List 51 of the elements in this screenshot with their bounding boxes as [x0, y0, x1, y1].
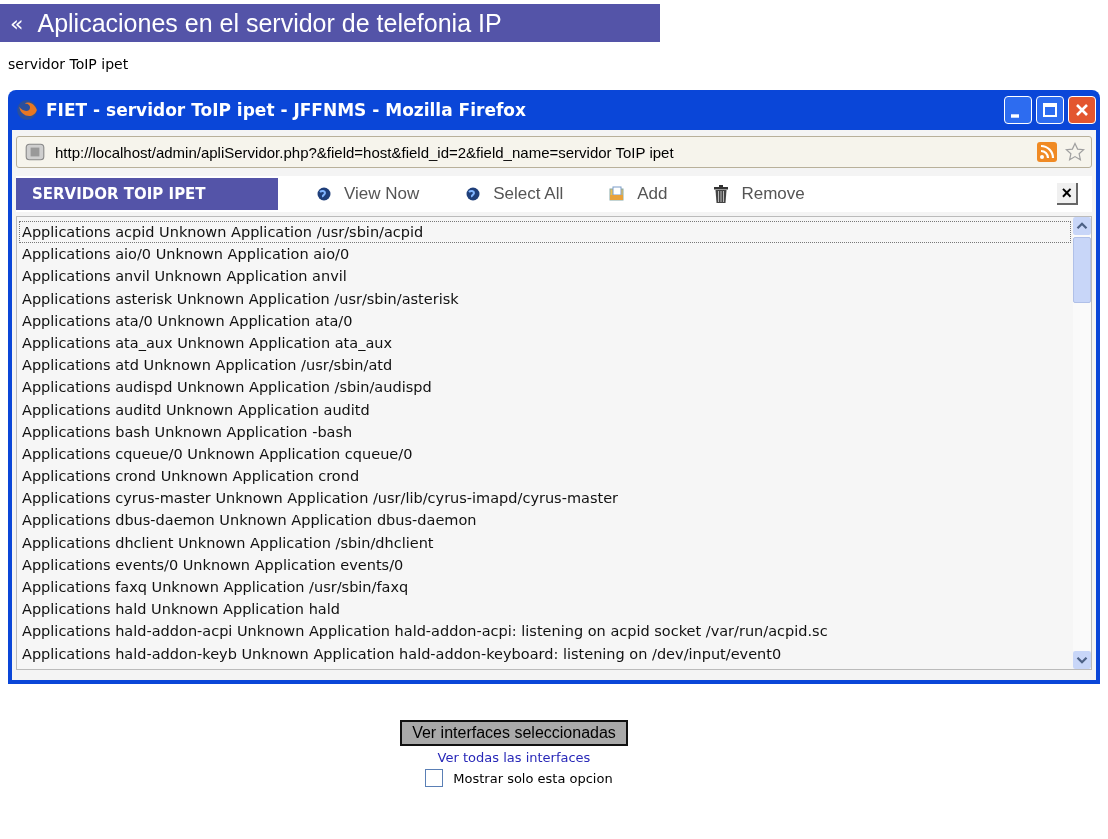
- server-heading: SERVIDOR TOIP IPET: [16, 178, 278, 210]
- minimize-icon: [1011, 114, 1019, 118]
- scroll-down-icon[interactable]: [1073, 651, 1091, 669]
- page-title: Aplicaciones en el servidor de telefonia IP: [37, 8, 502, 38]
- list-item[interactable]: Applications hald-addon-keyb Unknown Application hald-addon-keyboard: listening on /dev/input/event0: [19, 642, 1071, 665]
- scroll-thumb[interactable]: [1073, 237, 1091, 303]
- list-item[interactable]: Applications auditd Unknown Application auditd: [19, 398, 1071, 421]
- close-panel-button[interactable]: ×: [1057, 183, 1078, 205]
- site-icon: [23, 141, 47, 163]
- list-item[interactable]: Applications audispd Unknown Application /sbin/audispd: [19, 376, 1071, 399]
- list-item[interactable]: Applications anvil Unknown Application anvil: [19, 265, 1071, 288]
- minimize-button[interactable]: [1004, 96, 1032, 124]
- list-item[interactable]: Applications cqueue/0 Unknown Application cqueue/0: [19, 442, 1071, 466]
- browser-logo-icon: [16, 99, 38, 121]
- select-action[interactable]: Select All: [457, 184, 572, 204]
- remove-action[interactable]: Remove: [705, 183, 813, 205]
- window-title: FIET - servidor ToIP ipet - JFFNMS - Mozilla Firefox: [46, 100, 527, 120]
- list-item[interactable]: Applications ata_aux Unknown Application ata_aux: [19, 331, 1071, 355]
- maximize-icon: [1040, 100, 1060, 120]
- document-icon: [609, 186, 626, 202]
- list-item[interactable]: Applications hald Unknown Application hald: [19, 598, 1071, 621]
- view-action[interactable]: View Now: [308, 184, 428, 204]
- list-item[interactable]: Applications bash Unknown Application -bash: [19, 420, 1071, 443]
- back-link[interactable]: «: [10, 10, 24, 36]
- list-item[interactable]: Applications cyrus-master Unknown Application /usr/lib/cyrus-imapd/cyrus-master: [19, 487, 1071, 510]
- list-item[interactable]: Applications acpid Unknown Application /usr/sbin/acpid: [19, 221, 1071, 244]
- list-item[interactable]: Applications dbus-daemon Unknown Application dbus-daemon: [19, 509, 1071, 532]
- close-button[interactable]: [1068, 96, 1096, 124]
- list-item[interactable]: Applications atd Unknown Application /usr/sbin/atd: [19, 354, 1071, 377]
- maximize-button[interactable]: [1036, 96, 1064, 124]
- checkbox[interactable]: [425, 769, 444, 787]
- host-name: servidor ToIP ipet: [7, 55, 130, 74]
- view-all-link[interactable]: Ver todas las interfaces: [437, 750, 591, 765]
- list-item[interactable]: Applications events/0 Unknown Application events/0: [19, 553, 1071, 576]
- url-text: http://localhost/admin/apliServidor.php?&field=host&field_id=2&field_name=servidor ToIP ipet: [55, 143, 675, 161]
- trash-icon: [713, 183, 730, 205]
- list-item[interactable]: Applications faxq Unknown Application /usr/sbin/faxq: [19, 576, 1071, 599]
- add-action[interactable]: Add: [601, 184, 676, 204]
- star-icon[interactable]: [1065, 142, 1085, 162]
- list-item[interactable]: Applications crond Unknown Application crond: [19, 465, 1071, 488]
- address-bar[interactable]: http://localhost/admin/apliServidor.php?&field=host&field_id=2&field_name=servidor ToIP ipet: [16, 136, 1092, 168]
- list-item[interactable]: Applications ata/0 Unknown Application ata/0: [19, 309, 1071, 332]
- list-item[interactable]: Applications hald-addon-acpi Unknown Application hald-addon-acpi: listening on acpid socket /var/run/acpid.sc: [19, 620, 1071, 643]
- view-selected-button[interactable]: Ver interfaces seleccionadas: [400, 720, 628, 746]
- list-item[interactable]: Applications asterisk Unknown Application /usr/sbin/asterisk: [19, 287, 1071, 310]
- rss-icon[interactable]: [1037, 142, 1057, 162]
- scroll-up-icon[interactable]: [1073, 217, 1091, 235]
- list-item[interactable]: Applications dhclient Unknown Application /sbin/dhclient: [19, 531, 1071, 554]
- scrollbar[interactable]: [1073, 217, 1091, 669]
- list-item[interactable]: Applications aio/0 Unknown Application aio/0: [19, 243, 1071, 266]
- checkbox-label: Mostrar solo esta opcion: [453, 770, 613, 786]
